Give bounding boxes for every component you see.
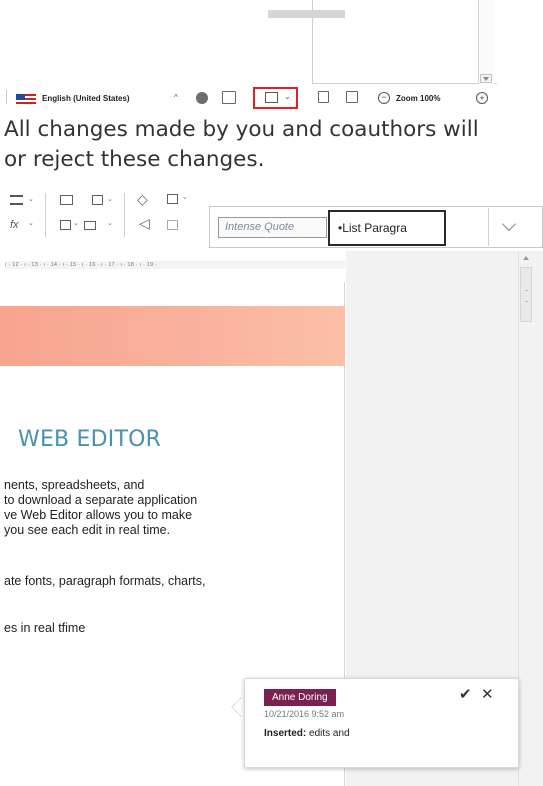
header-banner — [0, 306, 345, 366]
accept-change-icon[interactable]: ✔ — [459, 687, 472, 703]
body-line: ve Web Editor allows you to make — [4, 508, 193, 522]
revision-description: Inserted: edits and — [264, 728, 350, 739]
body-line: es in real tfime — [4, 621, 86, 635]
print-layout-icon[interactable] — [346, 91, 358, 103]
track-changes-icon[interactable] — [265, 92, 278, 103]
body-line: to download a separate application — [4, 493, 198, 507]
ribbon-divider — [124, 193, 125, 237]
table-icon[interactable] — [60, 220, 71, 230]
scrollbar-thumb[interactable] — [520, 267, 532, 322]
caret-up-icon[interactable]: ^ — [174, 93, 178, 102]
line-spacing-icon[interactable] — [10, 195, 23, 205]
chevron-down-icon[interactable]: ⌄ — [107, 195, 113, 203]
revision-card[interactable]: Anne Doring 10/21/2016 9:52 am Inserted:… — [244, 678, 519, 768]
globe-icon[interactable] — [196, 92, 208, 104]
zoom-level[interactable]: Zoom 100% — [396, 94, 440, 103]
paste-format-icon[interactable] — [167, 220, 178, 230]
document-scrollbar[interactable] — [518, 251, 534, 786]
columns-icon[interactable] — [84, 221, 96, 230]
read-mode-icon[interactable] — [318, 91, 329, 103]
document-heading: WEB EDITOR — [18, 427, 162, 452]
chevron-down-icon[interactable]: ⌄ — [73, 219, 79, 227]
shading-icon[interactable] — [60, 195, 73, 205]
chevron-down-icon[interactable]: ⌄ — [284, 92, 291, 101]
revision-timestamp: 10/21/2016 9:52 am — [264, 709, 345, 719]
reject-change-icon[interactable]: ✕ — [481, 687, 494, 703]
revision-text: edits and — [309, 728, 350, 739]
focus-mode-icon[interactable] — [222, 91, 236, 104]
body-line: you see each edit in real time. — [4, 523, 171, 537]
scroll-up-button[interactable] — [520, 255, 532, 263]
chevron-down-icon[interactable]: ⌄ — [107, 219, 113, 227]
style-intense-quote[interactable]: Intense Quote — [218, 217, 327, 238]
borders-icon[interactable] — [92, 195, 103, 205]
horizontal-ruler[interactable]: ı · 12 · ı · 13 · ı · 14 · ı · 15 · ı · … — [0, 251, 346, 279]
caption-text: All changes made by you and coauthors wi… — [4, 115, 543, 175]
scroll-down-button[interactable] — [480, 74, 492, 83]
body-line: ate fonts, paragraph formats, charts, — [4, 574, 206, 588]
status-bar: English (United States) ^ ⌄ − Zoom 100% … — [0, 86, 543, 110]
zoom-out-icon[interactable]: − — [378, 92, 390, 104]
chevron-down-icon[interactable]: ⌄ — [28, 195, 34, 203]
body-line: nents, spreadsheets, and — [4, 478, 145, 492]
style-list-paragraph[interactable]: •List Paragra — [328, 210, 446, 246]
chevron-down-icon[interactable]: ⌄ — [182, 193, 188, 201]
zoom-in-icon[interactable]: + — [476, 92, 488, 104]
ruler-scale: ı · 12 · ı · 13 · ı · 14 · ı · 15 · ı · … — [5, 261, 345, 269]
chevron-down-icon[interactable]: ⌄ — [28, 219, 34, 227]
language-label[interactable]: English (United States) — [42, 94, 130, 103]
ruler-margin — [268, 10, 345, 18]
caption-line-2: or reject these changes. — [4, 147, 265, 172]
us-flag-icon — [16, 94, 36, 104]
status-divider — [6, 90, 7, 104]
revision-type: Inserted: — [264, 728, 307, 739]
caption-line-1: All changes made by you and coauthors wi… — [4, 117, 479, 142]
ribbon-divider — [45, 193, 46, 237]
eraser-icon[interactable]: ◇ — [137, 191, 148, 208]
format-painter-icon[interactable] — [167, 194, 178, 204]
panel-scrollbar[interactable] — [478, 0, 494, 84]
gallery-divider — [488, 208, 489, 246]
equation-icon[interactable]: fx — [10, 219, 19, 231]
author-badge: Anne Doring — [264, 689, 336, 706]
draw-icon[interactable]: ◁ — [139, 215, 150, 232]
